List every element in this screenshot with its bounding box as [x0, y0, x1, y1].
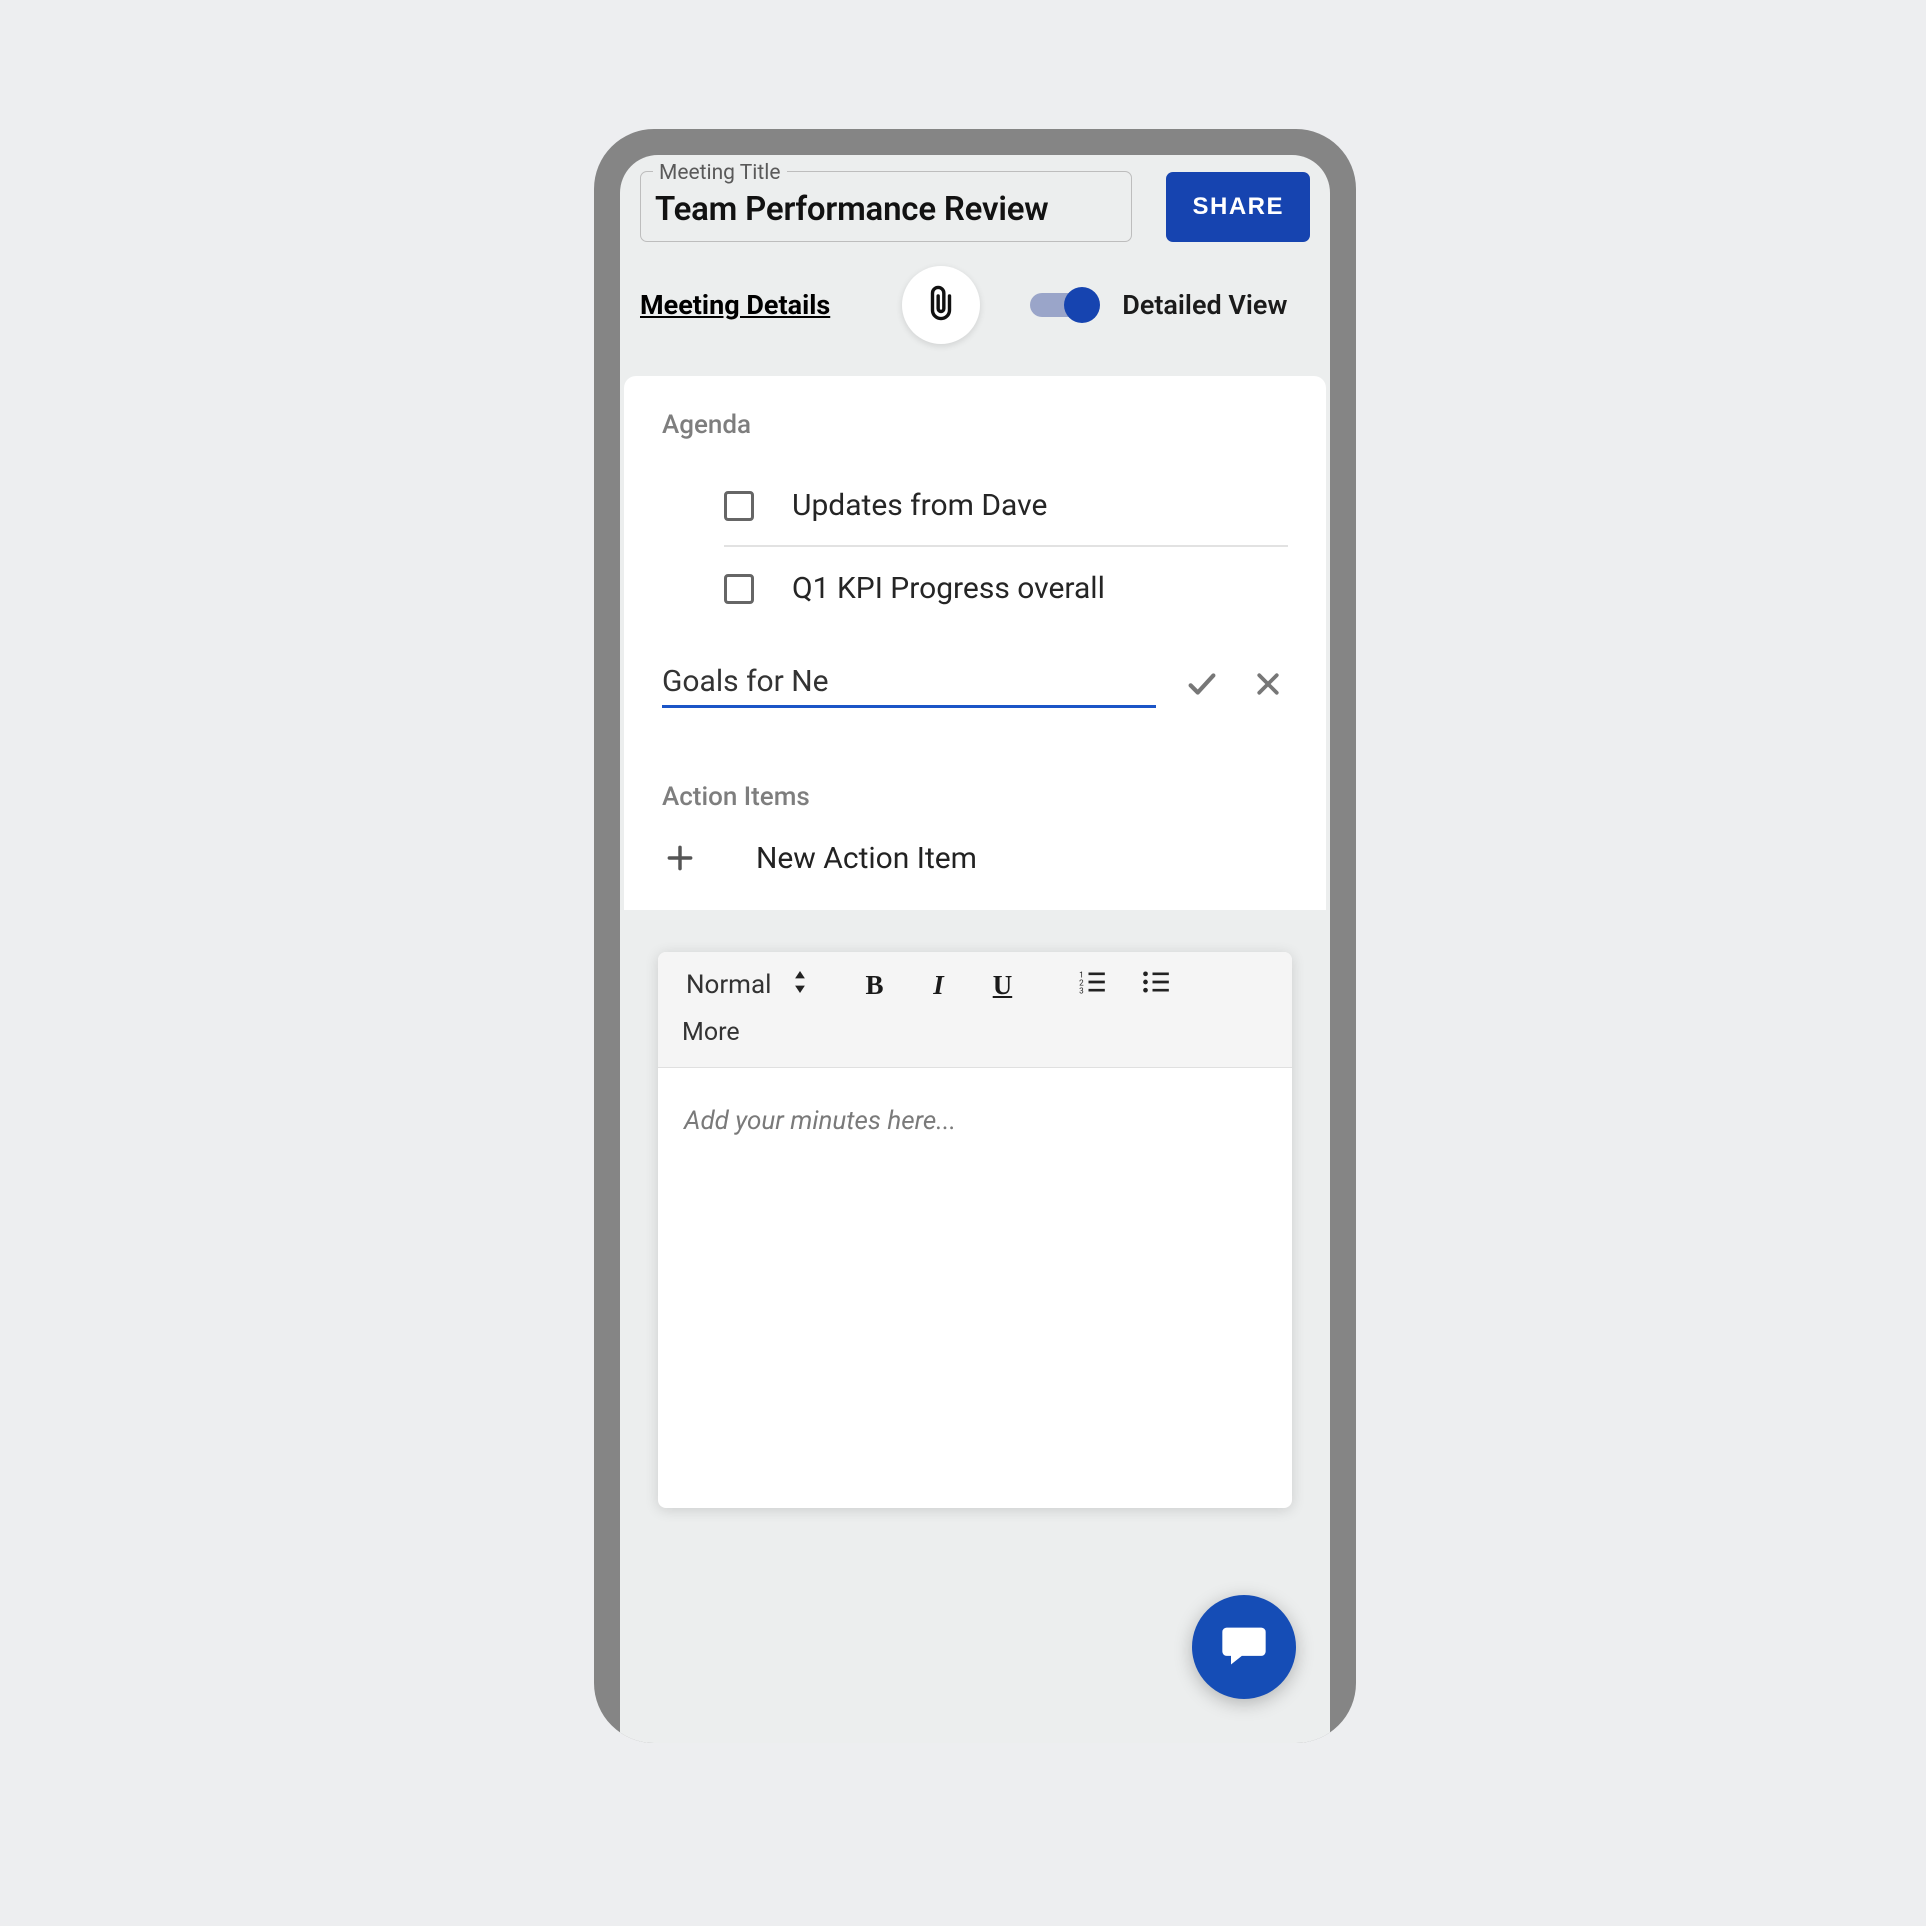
attachment-icon	[924, 283, 958, 327]
italic-button[interactable]: I	[919, 966, 957, 1004]
add-action-item-label: New Action Item	[756, 841, 977, 876]
header: Meeting Title Team Performance Review SH…	[620, 155, 1330, 376]
meeting-title-field[interactable]: Meeting Title Team Performance Review	[640, 171, 1132, 242]
unordered-list-icon	[1142, 969, 1170, 1001]
device-screen: Meeting Title Team Performance Review SH…	[620, 155, 1330, 1743]
checkmark-icon	[1185, 667, 1219, 705]
detailed-view-label[interactable]: Detailed View	[1122, 289, 1287, 321]
minutes-editor: Normal B I U	[658, 952, 1292, 1508]
agenda-new-item-input[interactable]: Goals for Ne	[662, 664, 1156, 708]
share-button[interactable]: SHARE	[1166, 172, 1310, 242]
action-items-heading: Action Items	[662, 782, 1288, 812]
agenda-heading: Agenda	[662, 410, 1288, 440]
agenda-new-item-value: Goals for Ne	[662, 664, 829, 699]
header-sub-row: Meeting Details Detailed View	[640, 266, 1310, 344]
chat-fab[interactable]	[1192, 1595, 1296, 1699]
meeting-title-label: Meeting Title	[653, 161, 787, 185]
agenda-list: Updates from Dave Q1 KPI Progress overal…	[662, 466, 1288, 628]
unordered-list-button[interactable]	[1137, 966, 1175, 1004]
ordered-list-icon: 1 2 3	[1078, 969, 1106, 1001]
toolbar-more-button[interactable]: More	[678, 1012, 744, 1053]
underline-icon: U	[993, 970, 1013, 1001]
editor-toolbar: Normal B I U	[658, 952, 1292, 1068]
agenda-cancel-button[interactable]	[1248, 666, 1288, 706]
main-card: Agenda Updates from Dave Q1 KPI Progress…	[624, 376, 1326, 910]
add-action-item-button[interactable]: New Action Item	[662, 840, 1288, 876]
format-select-label: Normal	[686, 970, 771, 1000]
editor-body[interactable]: Add your minutes here...	[658, 1068, 1292, 1508]
plus-icon	[662, 840, 698, 876]
close-icon	[1253, 669, 1283, 703]
meeting-details-link[interactable]: Meeting Details	[640, 289, 830, 321]
italic-icon: I	[933, 970, 944, 1001]
underline-button[interactable]: U	[983, 966, 1021, 1004]
agenda-item-checkbox[interactable]	[724, 491, 754, 521]
title-row: Meeting Title Team Performance Review SH…	[640, 171, 1310, 242]
agenda-item: Q1 KPI Progress overall	[724, 547, 1288, 628]
select-updown-icon	[793, 970, 807, 1000]
agenda-item-label: Q1 KPI Progress overall	[792, 571, 1105, 606]
ordered-list-button[interactable]: 1 2 3	[1073, 966, 1111, 1004]
bold-icon: B	[865, 970, 883, 1001]
action-items-section: Action Items New Action Item	[662, 782, 1288, 876]
detailed-view-toggle[interactable]	[1030, 287, 1096, 323]
agenda-new-item-row: Goals for Ne	[662, 664, 1288, 708]
attach-button[interactable]	[902, 266, 980, 344]
agenda-confirm-button[interactable]	[1182, 666, 1222, 706]
agenda-item-label: Updates from Dave	[792, 488, 1047, 523]
editor-placeholder: Add your minutes here...	[684, 1106, 956, 1136]
bold-button[interactable]: B	[855, 966, 893, 1004]
meeting-title-value: Team Performance Review	[655, 190, 1117, 229]
agenda-item: Updates from Dave	[724, 466, 1288, 547]
chat-icon	[1218, 1619, 1270, 1675]
device-frame: Meeting Title Team Performance Review SH…	[594, 129, 1356, 1743]
format-select[interactable]: Normal	[678, 966, 815, 1004]
svg-text:3: 3	[1080, 986, 1085, 994]
page-root: Meeting Title Team Performance Review SH…	[0, 0, 1926, 1926]
agenda-item-checkbox[interactable]	[724, 574, 754, 604]
